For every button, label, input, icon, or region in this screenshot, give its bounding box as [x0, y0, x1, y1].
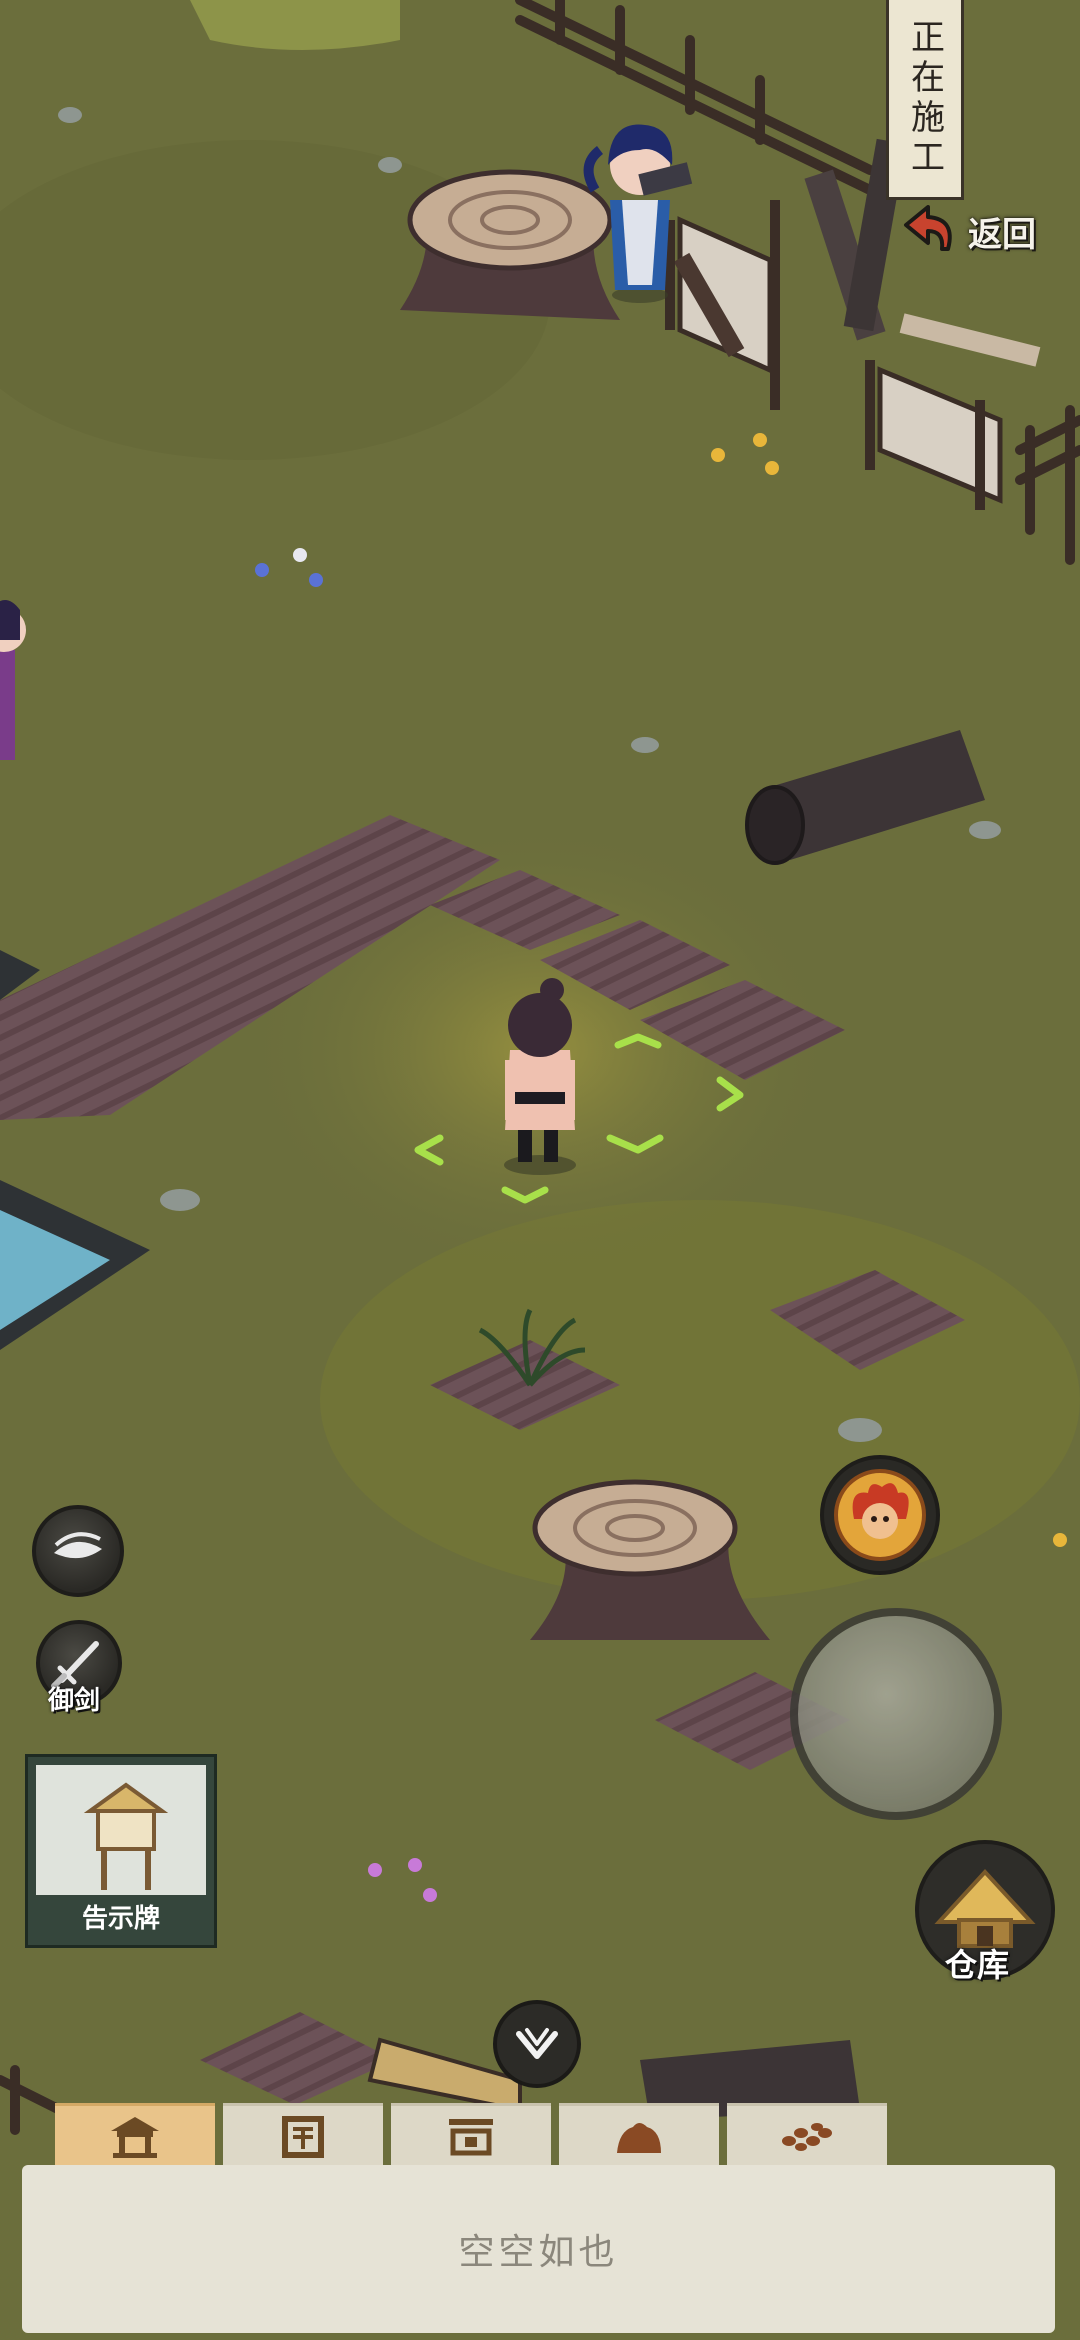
flame-portrait-icon: [834, 1469, 926, 1561]
collapse-panel-button[interactable]: [493, 2000, 581, 2088]
game-scene: [0, 0, 1080, 2340]
tab-window[interactable]: [223, 2103, 383, 2168]
construction-status-label: 正在施工: [904, 18, 945, 179]
hide-ui-button[interactable]: [32, 1505, 124, 1597]
construction-status-banner: 正在施工: [886, 0, 964, 200]
sword-flight-label: 御剑: [48, 1686, 101, 1716]
build-category-tabs: [55, 2103, 887, 2168]
skill-button[interactable]: [820, 1455, 940, 1575]
tab-rock[interactable]: [559, 2103, 719, 2168]
notice-board-card[interactable]: 告示牌: [28, 1757, 214, 1945]
tab-pavilion[interactable]: [55, 2103, 215, 2168]
pavilion-icon: [111, 2117, 159, 2158]
tree-stump-top: [400, 169, 620, 320]
empty-state-text: 空空如也: [458, 2232, 619, 2273]
tab-pebbles[interactable]: [727, 2103, 887, 2168]
back-button-label: 返回: [968, 214, 1036, 255]
eye-icon: [54, 1532, 102, 1559]
chevron-down-icon: [516, 2028, 558, 2059]
rock-icon: [617, 2123, 661, 2153]
notice-board-label: 告示牌: [36, 1895, 206, 1937]
notice-board-icon: [83, 1782, 169, 1890]
movement-joystick[interactable]: [790, 1608, 1002, 1820]
window-frame-icon: [282, 2116, 324, 2158]
build-items-panel: 空空如也: [22, 2165, 1055, 2333]
pebbles-icon: [782, 2123, 832, 2151]
warehouse-label: 仓库: [945, 1946, 1010, 1984]
return-arrow-icon: [904, 205, 952, 251]
gate-icon: [449, 2119, 493, 2156]
back-button[interactable]: 返回: [898, 196, 1073, 266]
tab-gate[interactable]: [391, 2103, 551, 2168]
